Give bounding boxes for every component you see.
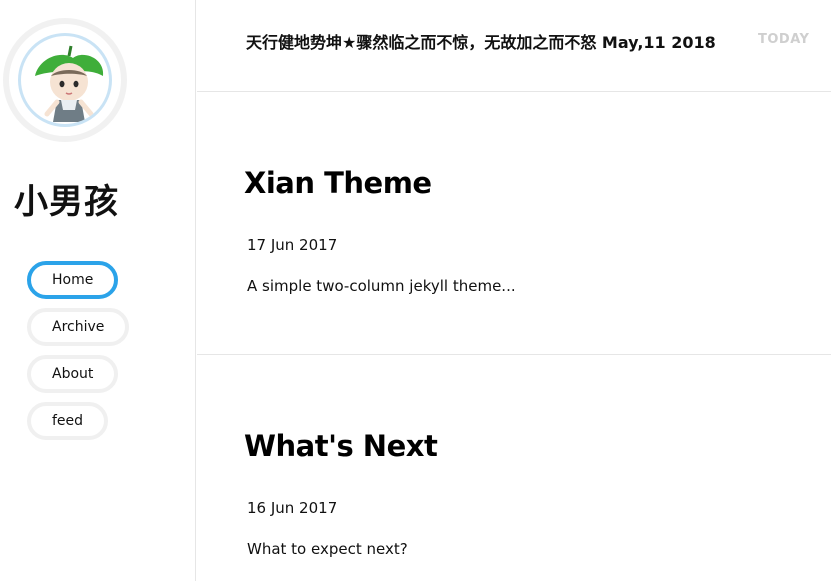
today-label: TODAY: [758, 32, 810, 47]
nav-feed[interactable]: feed: [27, 402, 109, 440]
post-date: 17 Jun 2017: [247, 236, 338, 254]
nav-home[interactable]: Home: [27, 261, 119, 299]
post-date: 16 Jun 2017: [247, 499, 338, 517]
main-nav: Home Archive About feed: [27, 261, 130, 449]
boy-avatar-illustration: [35, 45, 104, 122]
post-item: What's Next 16 Jun 2017 What to expect n…: [197, 355, 831, 581]
post-item: Xian Theme 17 Jun 2017 A simple two-colu…: [197, 92, 831, 355]
sidebar: 小男孩 Home Archive About feed: [0, 0, 196, 581]
motto-text: 天行健地势坤★骤然临之而不惊，无故加之而不怒 May,11 2018: [246, 33, 716, 52]
avatar[interactable]: [3, 18, 127, 142]
post-title-link[interactable]: Xian Theme: [244, 166, 432, 200]
site-title[interactable]: 小男孩: [14, 174, 119, 223]
nav-archive[interactable]: Archive: [27, 308, 130, 346]
post-title-link[interactable]: What's Next: [244, 429, 438, 463]
nav-about[interactable]: About: [27, 355, 119, 393]
post-excerpt: What to expect next?: [247, 540, 408, 558]
top-bar: 天行健地势坤★骤然临之而不惊，无故加之而不怒 May,11 2018 TODAY: [197, 0, 831, 92]
avatar-image: [18, 33, 112, 127]
post-excerpt: A simple two-column jekyll theme...: [247, 277, 516, 295]
